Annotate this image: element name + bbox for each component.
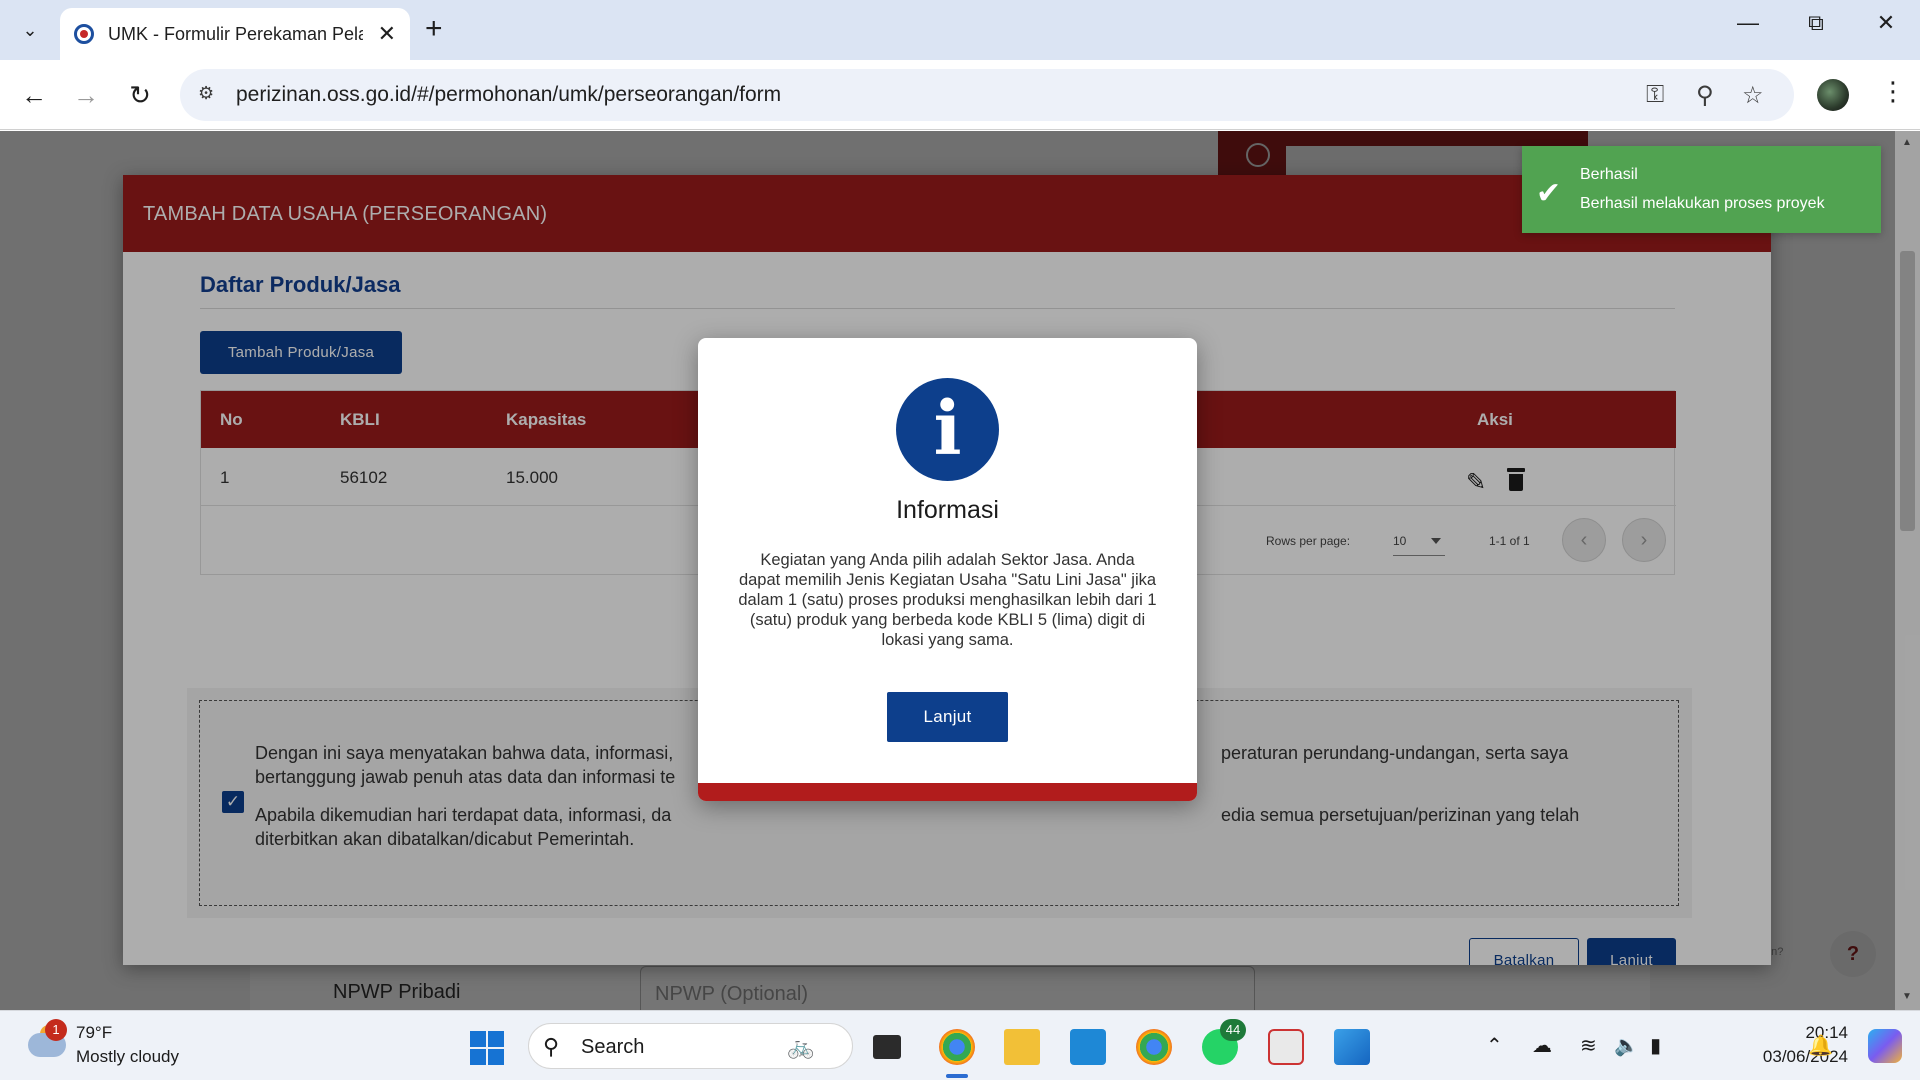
star-icon[interactable]: ☆ <box>1742 81 1764 110</box>
notification-bell-icon[interactable]: 🔔 <box>1808 1033 1833 1058</box>
chevron-down-icon: ⌄ <box>22 19 38 40</box>
chrome-icon-2[interactable] <box>1136 1029 1172 1065</box>
volume-icon[interactable]: 🔈 <box>1614 1033 1639 1058</box>
vscode-icon[interactable] <box>1070 1029 1106 1065</box>
toast-message: Berhasil melakukan proses proyek <box>1580 195 1825 212</box>
minimize-button[interactable]: — <box>1728 10 1768 36</box>
reload-icon: ↻ <box>129 80 151 110</box>
clock-time[interactable]: 20:14 <box>1752 1023 1848 1043</box>
reload-button[interactable]: ↻ <box>122 77 158 113</box>
address-bar[interactable]: ⚙ perizinan.oss.go.id/#/permohonan/umk/p… <box>180 69 1794 121</box>
site-info-icon[interactable]: ⚙ <box>198 83 222 107</box>
bicycle-icon: 🚲 <box>787 1034 815 1059</box>
profile-avatar[interactable] <box>1817 79 1849 111</box>
back-button[interactable]: ← <box>16 77 52 113</box>
tab-search-button[interactable]: ⌄ <box>12 12 48 48</box>
dialog-footer-bar <box>698 783 1197 801</box>
active-app-indicator <box>946 1074 968 1078</box>
search-icon: ⚲ <box>543 1034 560 1059</box>
browser-toolbar: ← → ↻ ⚙ perizinan.oss.go.id/#/permohonan… <box>0 60 1920 130</box>
onedrive-icon[interactable]: ☁ <box>1532 1033 1552 1058</box>
arrow-left-icon: ← <box>21 80 47 110</box>
chevron-up-icon[interactable]: ⌃ <box>1486 1033 1503 1058</box>
wifi-icon[interactable]: ≋ <box>1580 1033 1597 1058</box>
windows-taskbar: 1 79°F Mostly cloudy ⚲ Search 🚲 44 ⌃ ☁ ≋… <box>0 1010 1920 1080</box>
dialog-message: Kegiatan yang Anda pilih adalah Sektor J… <box>738 551 1157 649</box>
chrome-icon[interactable] <box>939 1029 975 1065</box>
browser-tab[interactable]: UMK - Formulir Perekaman Pela ✕ <box>60 8 410 60</box>
restore-button[interactable]: ⧉ <box>1796 10 1836 36</box>
task-view-icon[interactable] <box>873 1035 901 1059</box>
windows-start-icon[interactable] <box>470 1031 504 1065</box>
weather-desc[interactable]: Mostly cloudy <box>76 1047 179 1067</box>
weather-badge: 1 <box>45 1019 67 1041</box>
file-explorer-icon[interactable] <box>1004 1029 1040 1065</box>
oss-favicon-icon <box>74 24 94 44</box>
url-text[interactable]: perizinan.oss.go.id/#/permohonan/umk/per… <box>236 83 781 107</box>
taskbar-search[interactable]: ⚲ Search 🚲 <box>528 1023 853 1069</box>
info-dialog: i Informasi Kegiatan yang Anda pilih ada… <box>698 338 1197 801</box>
new-tab-button[interactable]: + <box>425 14 443 44</box>
browser-tabstrip: ⌄ UMK - Formulir Perekaman Pela ✕ + — ⧉ … <box>0 0 1920 60</box>
close-window-button[interactable]: ✕ <box>1866 10 1906 36</box>
toast-title: Berhasil <box>1580 166 1638 183</box>
info-icon: i <box>896 378 999 481</box>
zoom-icon[interactable]: ⚲ <box>1696 81 1714 110</box>
search-placeholder: Search <box>581 1036 645 1058</box>
snipping-tool-icon[interactable] <box>1268 1029 1304 1065</box>
browser-menu-icon[interactable]: ⋮ <box>1880 76 1906 107</box>
copilot-icon[interactable] <box>1868 1029 1902 1063</box>
whatsapp-badge: 44 <box>1220 1019 1246 1041</box>
success-toast[interactable]: ✔ Berhasil Berhasil melakukan proses pro… <box>1522 146 1881 233</box>
photos-icon[interactable] <box>1334 1029 1370 1065</box>
forward-button[interactable]: → <box>68 77 104 113</box>
dialog-title: Informasi <box>896 496 999 524</box>
dialog-continue-button[interactable]: Lanjut <box>887 692 1008 742</box>
check-icon: ✔ <box>1536 177 1562 210</box>
tab-title: UMK - Formulir Perekaman Pela <box>108 23 363 44</box>
arrow-right-icon: → <box>73 80 99 110</box>
weather-temp[interactable]: 79°F <box>76 1023 112 1043</box>
close-tab-icon[interactable]: ✕ <box>378 21 396 47</box>
key-icon[interactable]: ⚿ <box>1646 81 1664 109</box>
battery-icon[interactable]: ▮ <box>1650 1033 1661 1058</box>
